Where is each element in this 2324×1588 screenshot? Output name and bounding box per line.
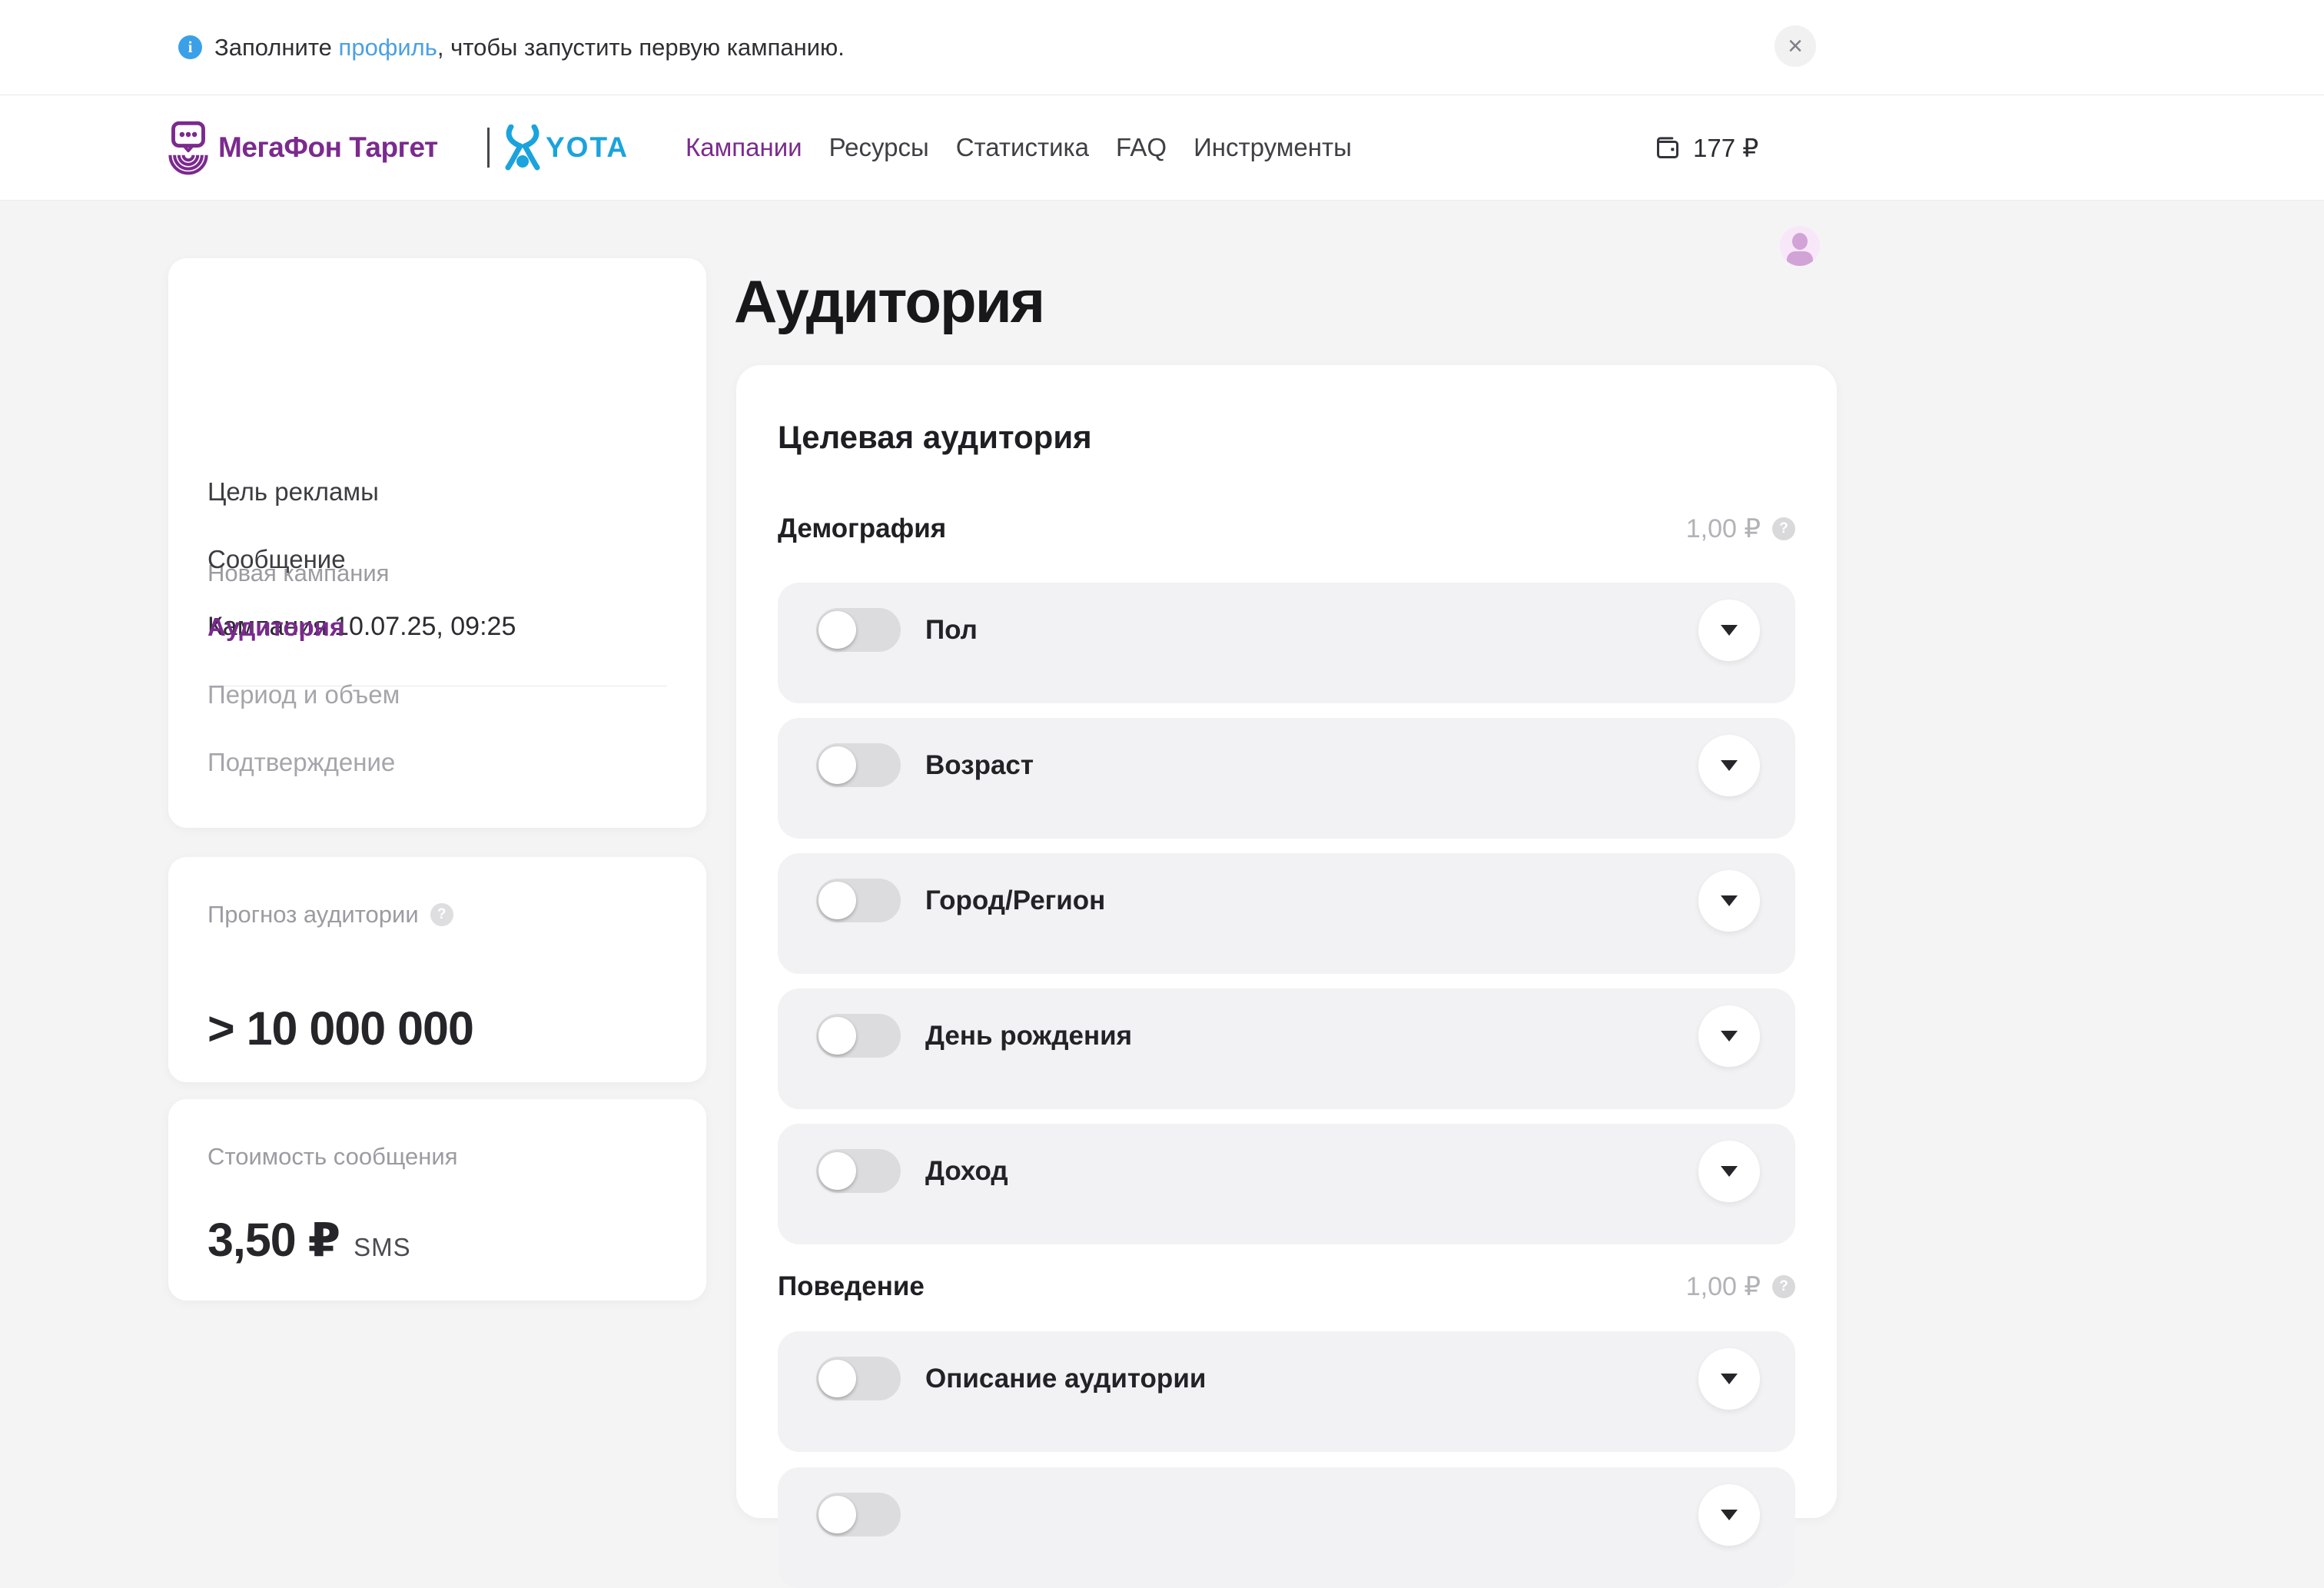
group-demography-header: Демография 1,00 ₽ ? <box>778 512 1795 546</box>
gender-expand-button[interactable] <box>1698 600 1760 661</box>
avatar-person-icon <box>1792 233 1808 250</box>
gender-toggle[interactable] <box>816 608 901 652</box>
cost-label: Стоимость сообщения <box>208 1143 458 1171</box>
income-expand-button[interactable] <box>1698 1141 1760 1202</box>
step-confirmation: Подтверждение <box>208 746 395 779</box>
nav-resources[interactable]: Ресурсы <box>829 133 929 162</box>
campaign-steps-card: Новая кампания Кампания 10.07.25, 09:25 … <box>168 258 706 828</box>
group-demography-price: 1,00 ₽ <box>1686 513 1761 544</box>
balance-amount: 177 ₽ <box>1693 133 1758 163</box>
nav-campaigns[interactable]: Кампании <box>686 133 802 162</box>
group-behavior-header: Поведение 1,00 ₽ ? <box>778 1270 1795 1304</box>
row-audience-description-label: Описание аудитории <box>925 1364 1698 1394</box>
nav-tools[interactable]: Инструменты <box>1194 133 1352 162</box>
user-avatar[interactable] <box>1780 226 1820 266</box>
close-icon: × <box>1788 32 1803 61</box>
row-income: Доход <box>778 1124 1795 1244</box>
chevron-down-icon <box>1721 625 1738 636</box>
row-age: Возраст <box>778 718 1795 839</box>
city-region-toggle[interactable] <box>816 879 901 922</box>
row-income-label: Доход <box>925 1156 1698 1187</box>
notification-bar: i Заполните профиль, чтобы запустить пер… <box>0 0 2324 95</box>
info-icon: i <box>178 35 202 59</box>
group-demography-help-icon[interactable]: ? <box>1772 517 1795 540</box>
balance-widget[interactable]: 177 ₽ <box>1652 95 1758 200</box>
close-notification-button[interactable]: × <box>1775 25 1816 67</box>
nav-statistics[interactable]: Статистика <box>956 133 1089 162</box>
income-toggle[interactable] <box>816 1149 901 1193</box>
main-nav: Кампании Ресурсы Статистика FAQ Инструме… <box>686 95 1352 200</box>
partial-row-expand-button[interactable] <box>1698 1484 1760 1546</box>
city-region-expand-button[interactable] <box>1698 870 1760 932</box>
row-city-region: Город/Регион <box>778 853 1795 974</box>
group-demography-label: Демография <box>778 513 946 544</box>
row-birthday-label: День рождения <box>925 1021 1698 1051</box>
age-expand-button[interactable] <box>1698 735 1760 796</box>
chevron-down-icon <box>1721 895 1738 906</box>
brand-divider <box>487 95 490 200</box>
audience-description-expand-button[interactable] <box>1698 1348 1760 1410</box>
step-message[interactable]: Сообщение <box>208 543 346 576</box>
page-title: Аудитория <box>734 265 1044 337</box>
cost-value: 3,50 ₽ <box>208 1213 340 1267</box>
cost-unit: SMS <box>354 1233 411 1262</box>
yota-logo-icon[interactable] <box>504 95 541 200</box>
group-behavior-price: 1,00 ₽ <box>1686 1271 1761 1302</box>
chevron-down-icon <box>1721 1166 1738 1177</box>
forecast-value: > 10 000 000 <box>208 1002 473 1055</box>
row-gender: Пол <box>778 583 1795 703</box>
birthday-toggle[interactable] <box>816 1014 901 1058</box>
cost-value-row: 3,50 ₽ SMS <box>208 1213 411 1267</box>
yota-wordmark[interactable]: YOTA <box>546 95 629 200</box>
megafon-logo-icon <box>168 120 208 175</box>
profile-link[interactable]: профиль <box>339 34 437 61</box>
notification-text-before: Заполните <box>214 34 339 61</box>
megafon-target-logo[interactable] <box>168 95 208 200</box>
nav-faq[interactable]: FAQ <box>1116 133 1167 162</box>
app-header: МегаФон Таргет YOTA Кампании Ресурсы Ста… <box>0 95 2324 201</box>
chevron-down-icon <box>1721 1374 1738 1384</box>
target-audience-card: Целевая аудитория Демография 1,00 ₽ ? По… <box>736 365 1837 1518</box>
row-city-region-label: Город/Регион <box>925 885 1698 916</box>
row-age-label: Возраст <box>925 750 1698 781</box>
forecast-label: Прогноз аудитории <box>208 901 419 929</box>
audience-forecast-card: Прогноз аудитории ? > 10 000 000 <box>168 857 706 1082</box>
age-toggle[interactable] <box>816 743 901 787</box>
step-ad-goal[interactable]: Цель рекламы <box>208 475 379 509</box>
notification-text-after: , чтобы запустить первую кампанию. <box>437 34 845 61</box>
group-behavior-help-icon[interactable]: ? <box>1772 1275 1795 1298</box>
forecast-help-icon[interactable]: ? <box>430 903 453 926</box>
step-audience[interactable]: Аудитория <box>208 610 344 644</box>
step-period-volume: Период и объем <box>208 678 400 712</box>
group-behavior-label: Поведение <box>778 1271 925 1302</box>
row-birthday: День рождения <box>778 988 1795 1109</box>
chevron-down-icon <box>1721 760 1738 771</box>
birthday-expand-button[interactable] <box>1698 1005 1760 1067</box>
row-audience-description: Описание аудитории <box>778 1331 1795 1452</box>
message-cost-card: Стоимость сообщения 3,50 ₽ SMS <box>168 1099 706 1301</box>
row-partial <box>778 1467 1795 1588</box>
section-title: Целевая аудитория <box>778 419 1092 456</box>
notification-message: Заполните профиль, чтобы запустить перву… <box>214 34 845 61</box>
chevron-down-icon <box>1721 1510 1738 1520</box>
audience-description-toggle[interactable] <box>816 1357 901 1400</box>
megafon-target-campaign-audience-page: { "colors":{"purple":"#7b2a8e","cyan":"#… <box>0 0 2324 1510</box>
megafon-target-wordmark[interactable]: МегаФон Таргет <box>218 95 438 200</box>
chevron-down-icon <box>1721 1031 1738 1042</box>
partial-row-toggle[interactable] <box>816 1493 901 1537</box>
row-gender-label: Пол <box>925 615 1698 646</box>
wallet-icon <box>1652 132 1683 163</box>
